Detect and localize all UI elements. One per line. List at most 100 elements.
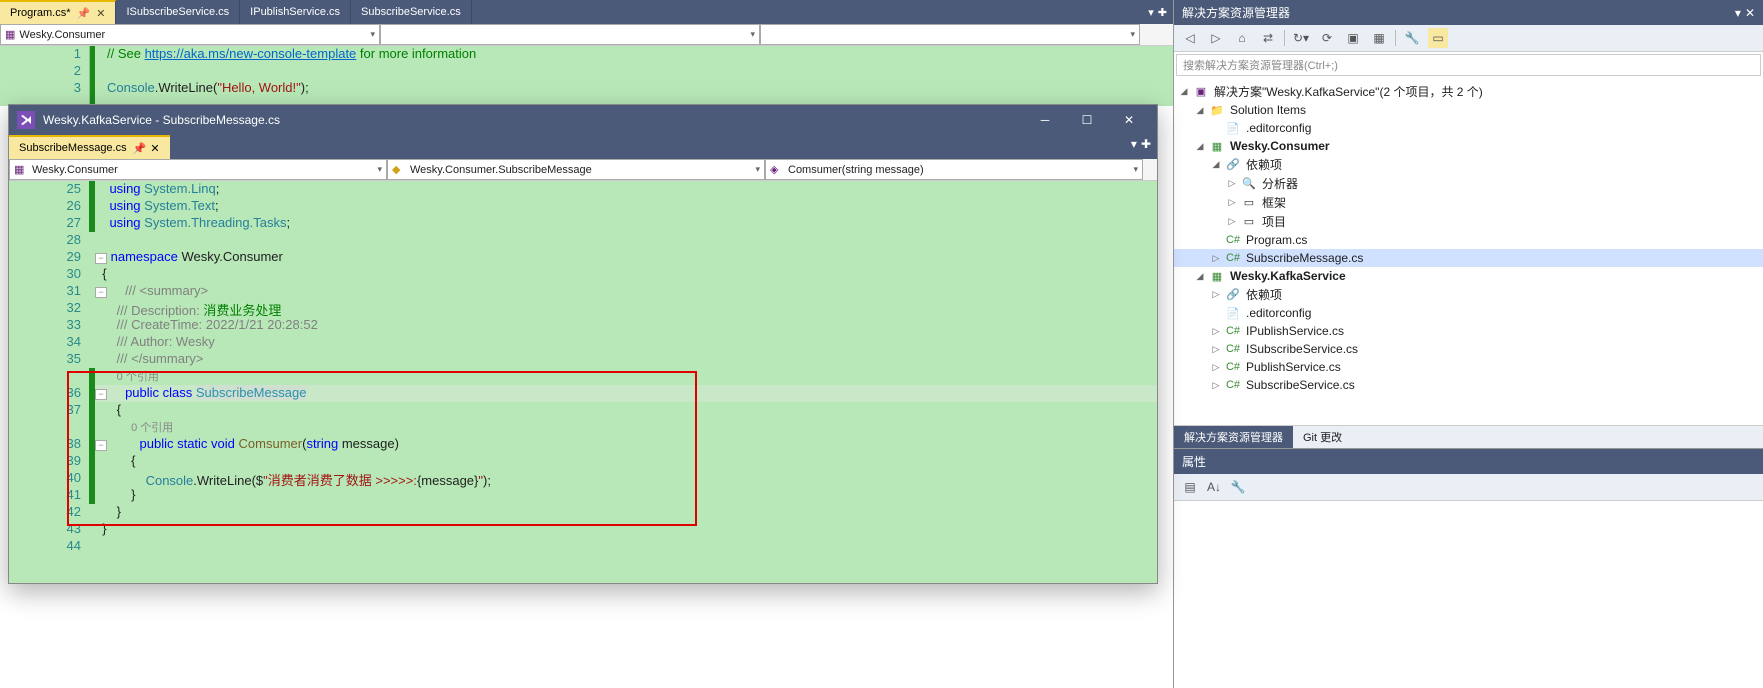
minimize-button[interactable]: ─ xyxy=(1025,106,1065,134)
dependencies-node-2[interactable]: ▷ 🔗 依赖项 xyxy=(1174,285,1763,304)
class-dropdown[interactable]: ▾ xyxy=(380,24,760,45)
expand-icon[interactable]: ▷ xyxy=(1210,380,1222,391)
file-editorconfig-2[interactable]: 📄 .editorconfig xyxy=(1174,304,1763,322)
tab-subscribe-message[interactable]: SubscribeMessage.cs 📌 ✕ xyxy=(9,135,170,159)
projects-node[interactable]: ▷ ▭ 项目 xyxy=(1174,212,1763,231)
file-subscribe-service[interactable]: ▷ C# SubscribeService.cs xyxy=(1174,376,1763,394)
expand-icon[interactable]: ▷ xyxy=(1226,216,1238,227)
expand-icon[interactable]: ◢ xyxy=(1194,141,1206,152)
back-button[interactable]: ◁ xyxy=(1180,28,1200,48)
pin-icon[interactable]: 📌 xyxy=(133,142,147,155)
properties-wrench-button[interactable]: 🔧 xyxy=(1228,477,1248,497)
tab-ipublish[interactable]: IPublishService.cs xyxy=(240,0,351,24)
namespace-dropdown[interactable]: ▦ Wesky.Consumer ▾ xyxy=(0,24,380,45)
analyzer-icon: 🔍 xyxy=(1241,176,1257,192)
fold-icon[interactable]: − xyxy=(95,253,107,264)
file-isubscribe-service[interactable]: ▷ C# ISubscribeService.cs xyxy=(1174,340,1763,358)
class-dropdown[interactable]: ◆ Wesky.Consumer.SubscribeMessage ▾ xyxy=(387,159,765,180)
node-label: 分析器 xyxy=(1260,175,1298,192)
expand-icon[interactable]: ◢ xyxy=(1210,159,1222,170)
solution-tree[interactable]: ◢ ▣ 解决方案"Wesky.KafkaService"(2 个项目，共 2 个… xyxy=(1174,78,1763,425)
home-button[interactable]: ⌂ xyxy=(1232,28,1252,48)
folder-icon: 📁 xyxy=(1209,102,1225,118)
expand-icon[interactable]: ▷ xyxy=(1210,326,1222,337)
categorized-button[interactable]: ▤ xyxy=(1180,477,1200,497)
solution-icon: ▣ xyxy=(1193,84,1209,100)
fold-icon[interactable]: − xyxy=(95,440,107,451)
close-icon[interactable]: ✕ xyxy=(96,7,105,20)
solution-search-input[interactable]: 搜索解决方案资源管理器(Ctrl+;) xyxy=(1176,54,1761,76)
csharp-file-icon: C# xyxy=(1225,323,1241,339)
close-icon[interactable]: ✕ xyxy=(1745,6,1755,20)
tab-subscribe-service[interactable]: SubscribeService.cs xyxy=(351,0,472,24)
expand-icon[interactable]: ▷ xyxy=(1226,197,1238,208)
file-ipublish-service[interactable]: ▷ C# IPublishService.cs xyxy=(1174,322,1763,340)
switch-view-button[interactable]: ⇄ xyxy=(1258,28,1278,48)
expand-icon[interactable]: ◢ xyxy=(1178,86,1190,97)
expand-icon[interactable]: ◢ xyxy=(1194,105,1206,116)
expand-icon[interactable]: ▷ xyxy=(1210,362,1222,373)
expand-icon[interactable]: ▷ xyxy=(1210,344,1222,355)
expand-icon[interactable]: ▷ xyxy=(1210,289,1222,300)
file-program[interactable]: C# Program.cs xyxy=(1174,231,1763,249)
panel-title[interactable]: 属性 xyxy=(1174,449,1763,474)
add-icon[interactable]: ✚ xyxy=(1141,137,1151,157)
line-gutter: 1 2 3 xyxy=(0,46,90,106)
refresh-button[interactable]: ↻▾ xyxy=(1291,28,1311,48)
project-consumer[interactable]: ◢ ▦ Wesky.Consumer xyxy=(1174,137,1763,155)
dropdown-icon[interactable]: ▾ xyxy=(1148,6,1154,19)
csharp-file-icon: C# xyxy=(1225,341,1241,357)
dropdown-icon[interactable]: ▾ xyxy=(1735,6,1741,20)
floating-editor-window: Wesky.KafkaService - SubscribeMessage.cs… xyxy=(8,104,1158,584)
chevron-down-icon: ▾ xyxy=(370,29,375,40)
forward-button[interactable]: ▷ xyxy=(1206,28,1226,48)
add-icon[interactable]: ✚ xyxy=(1158,6,1167,19)
project-kafka-service[interactable]: ◢ ▦ Wesky.KafkaService xyxy=(1174,267,1763,285)
analyzers-node[interactable]: ▷ 🔍 分析器 xyxy=(1174,174,1763,193)
csharp-file-icon: C# xyxy=(1225,377,1241,393)
fold-icon[interactable]: − xyxy=(95,287,107,298)
window-titlebar[interactable]: Wesky.KafkaService - SubscribeMessage.cs… xyxy=(9,105,1157,135)
member-dropdown[interactable]: ◈ Comsumer(string message) ▾ xyxy=(765,159,1143,180)
solution-node[interactable]: ◢ ▣ 解决方案"Wesky.KafkaService"(2 个项目，共 2 个… xyxy=(1174,82,1763,101)
sync-button[interactable]: ⟳ xyxy=(1317,28,1337,48)
expand-icon[interactable]: ▷ xyxy=(1210,253,1222,264)
csharp-file-icon: C# xyxy=(1225,359,1241,375)
node-label: 框架 xyxy=(1260,194,1286,211)
dependencies-node[interactable]: ◢ 🔗 依赖项 xyxy=(1174,155,1763,174)
float-code-editor[interactable]: 25 26 27 28 29 30 31 32 33 34 35 36 37 3… xyxy=(9,181,1157,583)
file-subscribe-message[interactable]: ▷ C# SubscribeMessage.cs xyxy=(1174,249,1763,267)
frameworks-node[interactable]: ▷ ▭ 框架 xyxy=(1174,193,1763,212)
close-button[interactable]: ✕ xyxy=(1109,106,1149,134)
maximize-button[interactable]: ☐ xyxy=(1067,106,1107,134)
class-icon: ◆ xyxy=(392,163,406,177)
preview-button[interactable]: ▭ xyxy=(1428,28,1448,48)
background-code-editor[interactable]: 1 2 3 // See https://aka.ms/new-console-… xyxy=(0,46,1173,106)
panel-title[interactable]: 解决方案资源管理器 ▾ ✕ xyxy=(1174,0,1763,25)
pin-icon[interactable]: 📌 xyxy=(77,7,91,20)
tab-isubscribe[interactable]: ISubscribeService.cs xyxy=(116,0,240,24)
file-publish-service[interactable]: ▷ C# PublishService.cs xyxy=(1174,358,1763,376)
framework-icon: ▭ xyxy=(1241,195,1257,211)
expand-icon[interactable]: ▷ xyxy=(1226,178,1238,189)
node-label: IPublishService.cs xyxy=(1244,324,1344,338)
dependencies-icon: 🔗 xyxy=(1225,157,1241,173)
dropdown-icon[interactable]: ▾ xyxy=(1131,137,1137,157)
collapse-button[interactable]: ▣ xyxy=(1343,28,1363,48)
folder-solution-items[interactable]: ◢ 📁 Solution Items xyxy=(1174,101,1763,119)
window-title: Wesky.KafkaService - SubscribeMessage.cs xyxy=(43,113,280,127)
chevron-down-icon: ▾ xyxy=(755,164,760,175)
member-dropdown[interactable]: ▾ xyxy=(760,24,1140,45)
fold-icon[interactable]: − xyxy=(95,389,107,400)
show-all-button[interactable]: ▦ xyxy=(1369,28,1389,48)
namespace-dropdown[interactable]: ▦ Wesky.Consumer ▾ xyxy=(9,159,387,180)
code-content: using System.Linq; using System.Text; us… xyxy=(95,181,1157,583)
tab-solution-explorer[interactable]: 解决方案资源管理器 xyxy=(1174,426,1293,448)
tab-program[interactable]: Program.cs* 📌 ✕ xyxy=(0,0,116,24)
close-icon[interactable]: ✕ xyxy=(150,142,159,155)
expand-icon[interactable]: ◢ xyxy=(1194,271,1206,282)
properties-button[interactable]: 🔧 xyxy=(1402,28,1422,48)
file-editorconfig[interactable]: 📄 .editorconfig xyxy=(1174,119,1763,137)
tab-git-changes[interactable]: Git 更改 xyxy=(1293,426,1352,448)
alphabetical-button[interactable]: A↓ xyxy=(1204,477,1224,497)
